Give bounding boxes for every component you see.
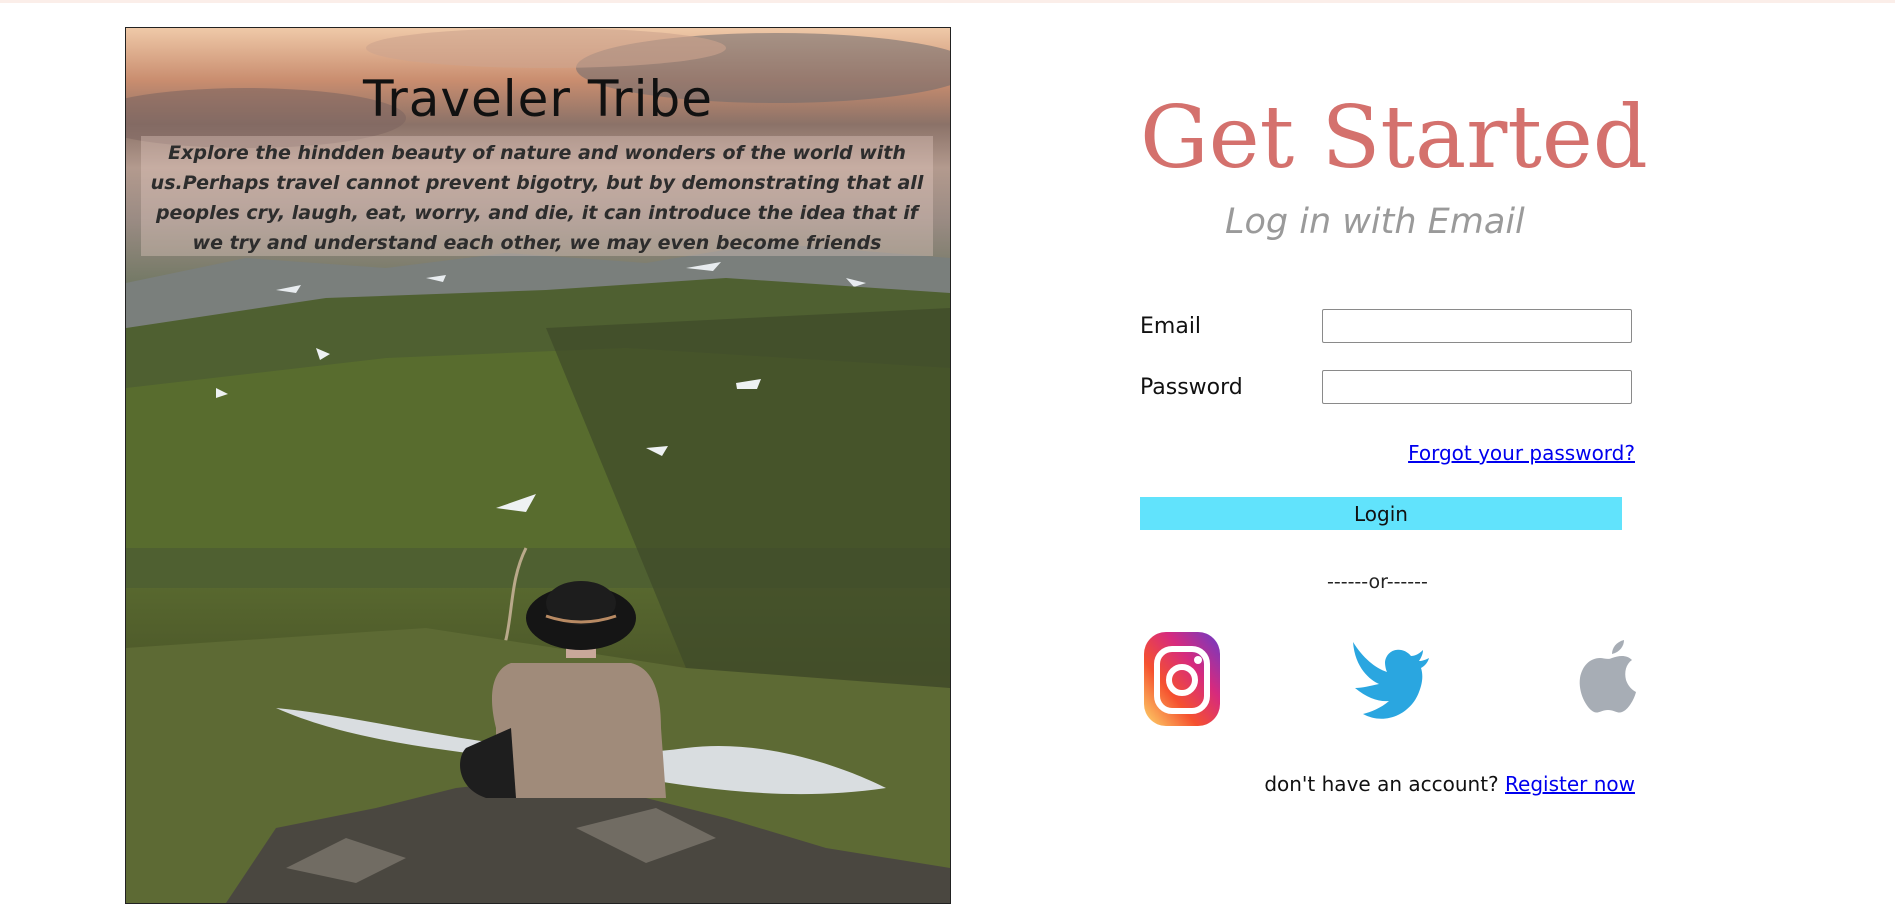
register-link[interactable]: Register now <box>1505 772 1635 796</box>
password-field[interactable] <box>1322 370 1632 404</box>
top-strip <box>0 0 1895 3</box>
or-divider: ------or------ <box>1327 571 1428 593</box>
instagram-button[interactable] <box>1140 628 1224 728</box>
password-label: Password <box>1140 375 1243 400</box>
hero-title: Traveler Tribe <box>363 70 713 128</box>
twitter-button[interactable] <box>1345 628 1429 728</box>
signup-prompt: don't have an account? <box>1264 772 1499 796</box>
email-label: Email <box>1140 314 1202 339</box>
login-button[interactable]: Login <box>1140 497 1622 530</box>
login-subtitle: Log in with Email <box>1225 202 1525 242</box>
email-field[interactable] <box>1322 309 1632 343</box>
apple-icon <box>1579 640 1636 713</box>
signup-line: don't have an account? Register now <box>1264 772 1635 796</box>
instagram-icon <box>1144 632 1220 726</box>
hero-blurb: Explore the hindden beauty of nature and… <box>141 136 933 256</box>
forgot-password-link[interactable]: Forgot your password? <box>1408 441 1635 465</box>
page-title: Get Started <box>1140 88 1648 188</box>
apple-button[interactable] <box>1568 628 1652 728</box>
hero-image: Traveler Tribe Explore the hindden beaut… <box>125 27 951 904</box>
twitter-icon <box>1353 642 1429 719</box>
